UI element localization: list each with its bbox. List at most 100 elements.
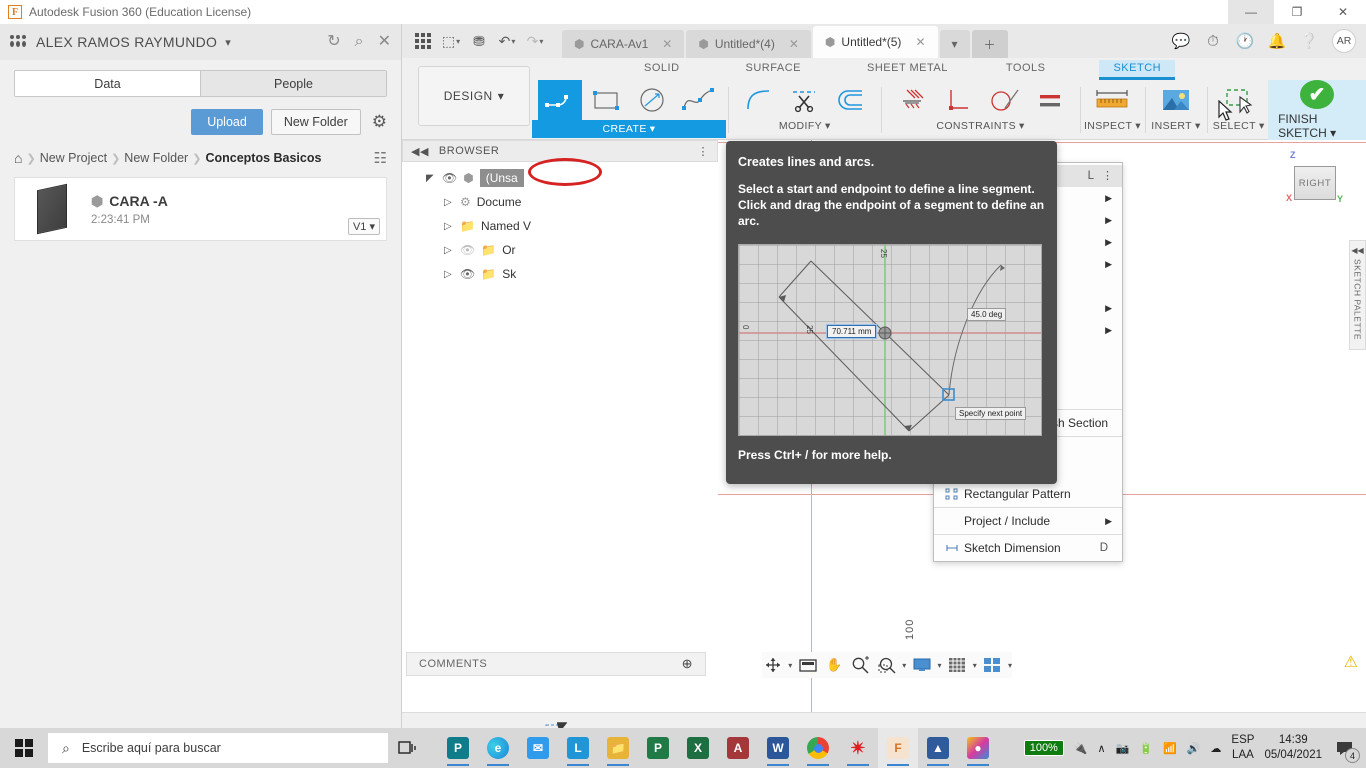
visibility-eye-icon[interactable]: 👁: [460, 267, 475, 281]
upload-button[interactable]: Upload: [191, 109, 263, 135]
sketch-palette-panel[interactable]: ◀◀ SKETCH PALETTE: [1349, 240, 1366, 350]
visibility-eye-off-icon[interactable]: 👁: [460, 243, 475, 257]
sketch-spline-tool[interactable]: [676, 80, 720, 120]
close-icon[interactable]: ✕: [789, 37, 799, 51]
taskbar-app-edge[interactable]: e: [478, 728, 518, 768]
language-indicator[interactable]: ESP LAA: [1231, 733, 1254, 763]
ribbon-tab-solid[interactable]: SOLID: [630, 60, 694, 80]
tree-row-sketches[interactable]: ▷ 👁 📁 Sk: [402, 262, 718, 286]
collapse-icon[interactable]: ◀◀: [1351, 246, 1363, 255]
bell-icon[interactable]: 🔔: [1262, 28, 1292, 54]
select-tool[interactable]: [1217, 80, 1261, 120]
taskbar-app-excel[interactable]: X: [678, 728, 718, 768]
view-cube[interactable]: RIGHT Z Y X: [1286, 150, 1343, 204]
file-card[interactable]: ⬢ CARA -A 2:23:41 PM V1 ▾: [14, 177, 387, 241]
wifi-icon[interactable]: 📶: [1163, 742, 1177, 755]
ribbon-group-label-inspect[interactable]: INSPECT ▾: [1084, 120, 1141, 132]
pan-icon[interactable]: ✋: [823, 653, 844, 677]
chevron-down-icon[interactable]: ▾: [973, 661, 977, 670]
add-comment-icon[interactable]: ⊕: [682, 656, 693, 672]
comment-icon[interactable]: 💬: [1166, 28, 1196, 54]
new-folder-button[interactable]: New Folder: [270, 109, 361, 135]
taskbar-app-powerpoint[interactable]: P: [638, 728, 678, 768]
kebab-icon[interactable]: ⋮: [698, 145, 710, 158]
expand-triangle-icon[interactable]: ▷: [444, 221, 454, 232]
tab-people[interactable]: People: [200, 71, 386, 96]
globe-icon[interactable]: ☷: [374, 149, 387, 167]
document-tab-untitled4[interactable]: ⬢ Untitled*(4) ✕: [686, 30, 811, 58]
display-settings-icon[interactable]: [911, 653, 932, 677]
workspace-switcher[interactable]: DESIGN ▾: [418, 66, 530, 126]
ribbon-group-label-create[interactable]: CREATE ▾: [532, 120, 726, 138]
account-caret-icon[interactable]: ▾: [225, 36, 231, 49]
grid-snap-icon[interactable]: [946, 653, 967, 677]
panel-close-icon[interactable]: ✕: [378, 34, 391, 50]
viewports-icon[interactable]: [982, 653, 1003, 677]
orbit-icon[interactable]: [762, 653, 783, 677]
trim-tool[interactable]: [783, 80, 827, 120]
close-button[interactable]: ✕: [1320, 0, 1366, 24]
taskbar-app-autodesk[interactable]: ✴: [838, 728, 878, 768]
menu-item-sketch-dimension[interactable]: Sketch Dimension D: [934, 537, 1122, 559]
ribbon-tab-surface[interactable]: SURFACE: [732, 60, 815, 80]
job-status-icon[interactable]: ⏱: [1198, 28, 1228, 54]
zoom-icon[interactable]: [850, 653, 871, 677]
close-icon[interactable]: ✕: [662, 37, 672, 51]
expand-triangle-icon[interactable]: ▷: [444, 197, 454, 208]
sketch-dimension-label[interactable]: 100: [904, 619, 916, 640]
tab-data[interactable]: Data: [15, 71, 200, 96]
taskbar-app-publisher[interactable]: P: [438, 728, 478, 768]
notifications-button[interactable]: 4: [1332, 735, 1360, 763]
maximize-button[interactable]: ❐: [1274, 0, 1320, 24]
document-tab-untitled5[interactable]: ⬢ Untitled*(5) ✕: [812, 26, 938, 58]
tab-overflow-button[interactable]: ▾: [939, 30, 970, 58]
expand-triangle-icon[interactable]: ▷: [444, 245, 454, 256]
insert-image-tool[interactable]: [1154, 80, 1198, 120]
taskbar-app-chrome[interactable]: [798, 728, 838, 768]
search-input[interactable]: Escribe aquí para buscar: [82, 741, 221, 755]
chevron-down-icon[interactable]: ▾: [937, 661, 941, 670]
save-icon[interactable]: ⛃: [466, 28, 492, 54]
ribbon-group-label-modify[interactable]: MODIFY ▾: [779, 120, 831, 132]
chevron-down-icon[interactable]: ▾: [788, 661, 792, 670]
cloud-icon[interactable]: ☁: [1210, 742, 1221, 755]
offset-tool[interactable]: [829, 80, 873, 120]
breadcrumb-item-project[interactable]: New Project: [40, 151, 107, 165]
taskbar-app-lightshot[interactable]: L: [558, 728, 598, 768]
chevron-down-icon[interactable]: ▾: [1008, 661, 1012, 670]
file-version-badge[interactable]: V1 ▾: [347, 218, 380, 235]
ribbon-group-label-select[interactable]: SELECT ▾: [1213, 120, 1265, 132]
finish-sketch-button[interactable]: ✔ FINISH SKETCH ▾: [1268, 80, 1366, 140]
visibility-eye-icon[interactable]: 👁: [442, 171, 457, 185]
tangent-constraint-tool[interactable]: [982, 80, 1026, 120]
clock[interactable]: 14:39 05/04/2021: [1264, 733, 1322, 763]
sketch-rectangle-tool[interactable]: [584, 80, 628, 120]
fillet-tool[interactable]: [737, 80, 781, 120]
sketch-circle-tool[interactable]: [630, 80, 674, 120]
collapse-icon[interactable]: ◀◀: [411, 145, 429, 158]
document-tab-cara[interactable]: ⬢ CARA-Av1 ✕: [562, 30, 685, 58]
new-document-icon[interactable]: ⬚ ▾: [438, 28, 464, 54]
tree-row-named-views[interactable]: ▷ 📁 Named V: [402, 214, 718, 238]
chevron-up-icon[interactable]: ∧: [1098, 742, 1106, 755]
home-icon[interactable]: ⌂: [14, 150, 22, 166]
tree-row-document-settings[interactable]: ▷ ⚙ Docume: [402, 190, 718, 214]
refresh-icon[interactable]: ↻: [327, 34, 340, 50]
perpendicular-constraint-tool[interactable]: [936, 80, 980, 120]
ribbon-group-label-constraints[interactable]: CONSTRAINTS ▾: [936, 120, 1024, 132]
chevron-down-icon[interactable]: ▾: [456, 37, 460, 46]
menu-item-project-include[interactable]: Project / Include ▶: [934, 510, 1122, 532]
chevron-down-icon[interactable]: ▾: [511, 37, 515, 46]
task-view-button[interactable]: [388, 728, 428, 768]
comments-bar[interactable]: COMMENTS ⊕: [406, 652, 706, 676]
expand-triangle-icon[interactable]: ▷: [444, 269, 454, 280]
expand-triangle-icon[interactable]: ◤: [426, 173, 436, 184]
taskbar-app-photos[interactable]: ▲: [918, 728, 958, 768]
zoom-window-icon[interactable]: [876, 653, 897, 677]
pan-display-icon[interactable]: [797, 653, 818, 677]
start-button[interactable]: [0, 728, 48, 768]
measure-tool[interactable]: [1090, 80, 1134, 120]
undo-icon[interactable]: ↶ ▾: [494, 28, 520, 54]
ribbon-tab-sheet-metal[interactable]: SHEET METAL: [853, 60, 962, 80]
taskbar-search[interactable]: ⌕ Escribe aquí para buscar: [48, 733, 388, 763]
